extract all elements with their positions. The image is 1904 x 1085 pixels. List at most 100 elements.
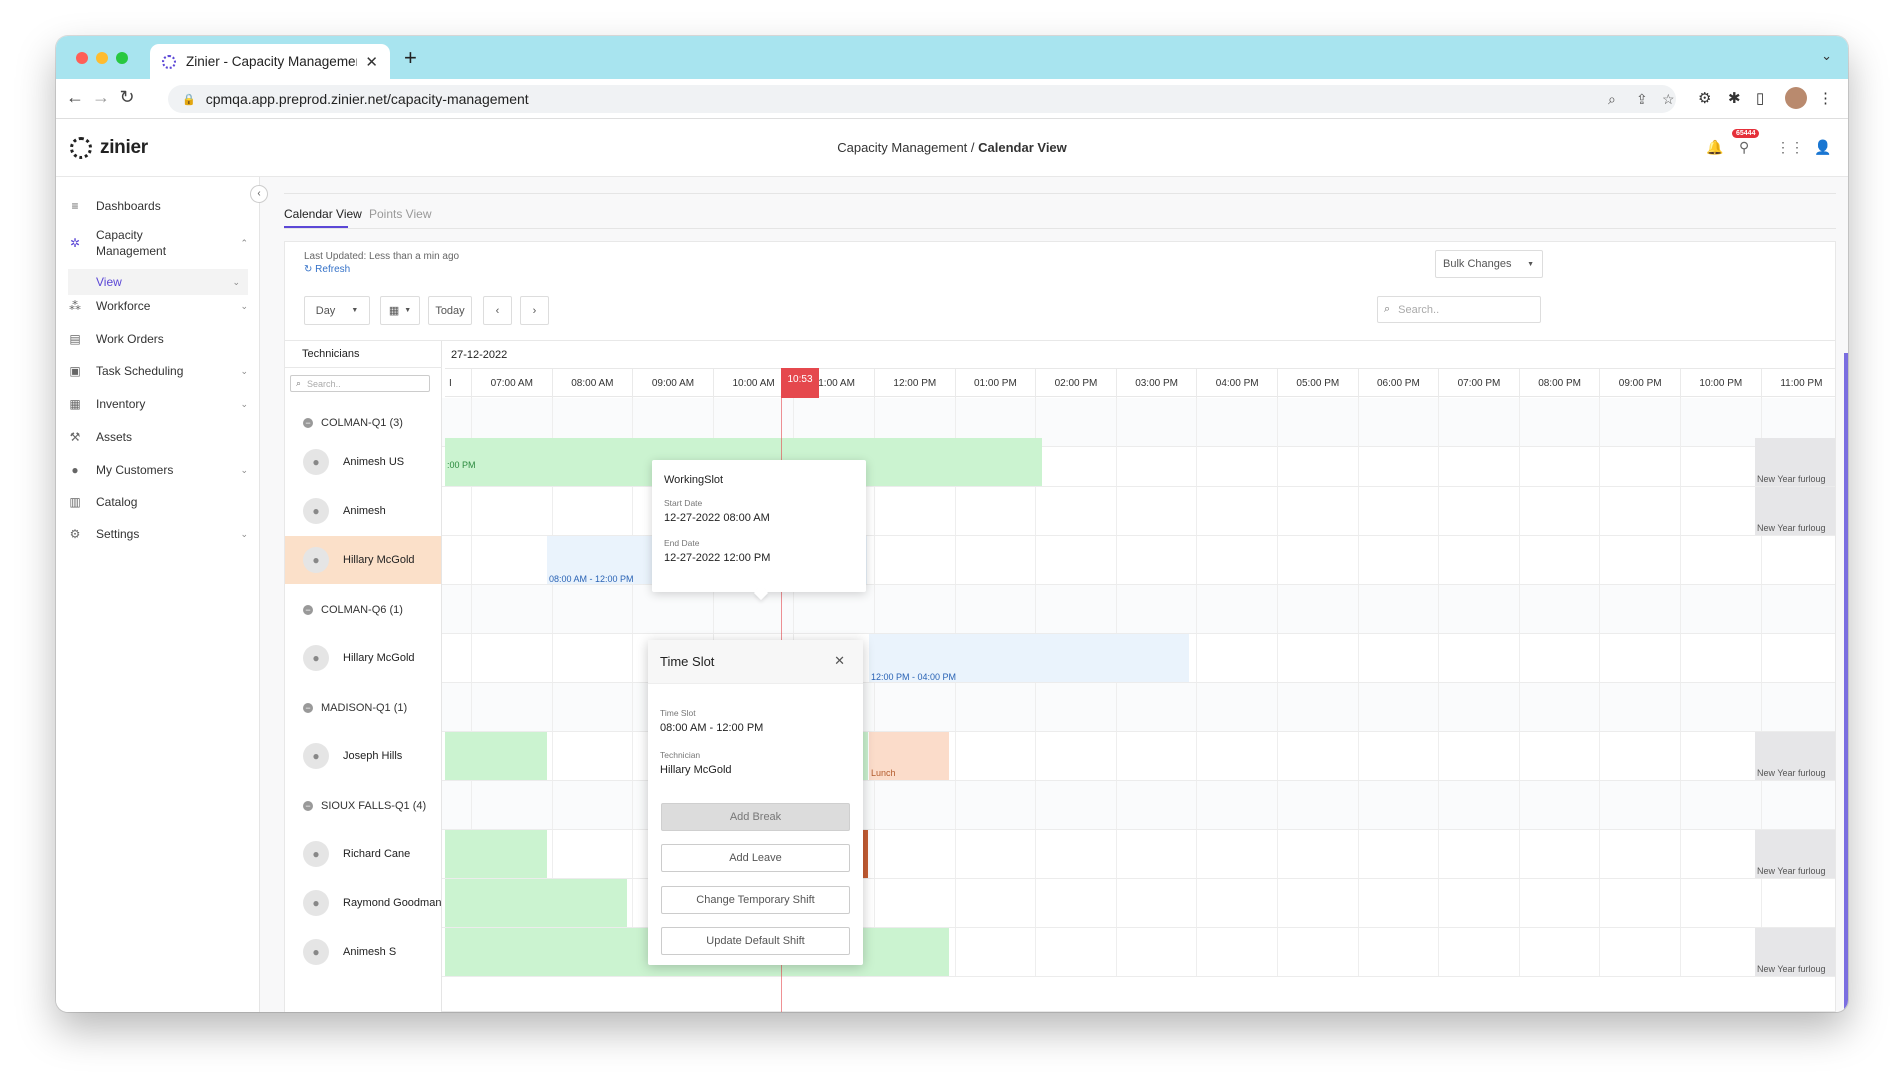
address-bar[interactable]: 🔒 cpmqa.app.preprod.zinier.net/capacity-… [168, 85, 1676, 113]
sidebar-item-task-scheduling[interactable]: ▣ Task Scheduling ⌄ [68, 364, 248, 378]
grid-line [1115, 830, 1117, 878]
leave-block[interactable]: New Year furloug [1755, 732, 1835, 780]
sidebar-item-dashboards[interactable]: ≡ Dashboards [68, 199, 248, 213]
close-icon[interactable]: ✕ [834, 653, 845, 669]
update-default-shift-button[interactable]: Update Default Shift [661, 927, 850, 955]
add-break-button[interactable]: Add Break [661, 803, 850, 831]
forward-arrow-icon[interactable]: → [90, 87, 112, 108]
technician-cell[interactable]: ● Hillary McGold [285, 536, 442, 584]
hour-label: 03:00 PM [1115, 369, 1197, 398]
sidebar-item-catalog[interactable]: ▥ Catalog [68, 495, 248, 509]
people-icon: ✲ [69, 236, 81, 250]
collapse-group-icon[interactable]: − [303, 417, 313, 428]
sidebar-item-workforce[interactable]: ⁂ Workforce ⌄ [68, 299, 248, 313]
reload-icon[interactable]: ↻ [116, 87, 138, 108]
current-time-marker: 10:53 [781, 368, 819, 398]
change-temporary-shift-button[interactable]: Change Temporary Shift [661, 886, 850, 914]
side-panel-icon[interactable]: ▯ [1756, 89, 1764, 107]
back-arrow-icon[interactable]: ← [64, 87, 86, 108]
time-slot-block[interactable]: 12:00 PM - 04:00 PM [869, 634, 1189, 682]
collapse-group-icon[interactable]: − [303, 604, 313, 615]
share-icon[interactable]: ⇪ [1636, 91, 1648, 108]
hour-label-partial: I [449, 378, 452, 389]
group-label[interactable]: − COLMAN-Q6 (1) [303, 585, 403, 634]
minimize-window-button[interactable] [96, 52, 108, 64]
leave-block[interactable]: New Year furloug [1755, 928, 1835, 976]
sidebar-item-capacity-management[interactable]: ✲ Capacity Management ⌃ [68, 227, 248, 259]
technician-cell[interactable]: ● Joseph Hills [285, 732, 442, 780]
chevron-down-icon: ⌄ [240, 365, 248, 376]
new-tab-icon[interactable]: + [404, 45, 417, 71]
time-slot-label: Time Slot [660, 708, 696, 718]
leave-block[interactable]: New Year furloug [1755, 438, 1835, 486]
working-slot-block[interactable] [445, 732, 547, 780]
bulk-changes-dropdown[interactable]: Bulk Changes ▼ [1435, 250, 1543, 278]
zoom-icon[interactable]: ⌕ [1608, 91, 1616, 108]
close-tab-icon[interactable]: ✕ [365, 53, 378, 71]
browser-menu-icon[interactable]: ⋮ [1818, 89, 1833, 107]
collapse-group-icon[interactable]: − [303, 702, 313, 713]
previous-day-button[interactable]: ‹ [483, 296, 512, 325]
technician-cell[interactable]: ● Raymond Goodman [285, 879, 442, 927]
grid-line [1438, 879, 1440, 927]
grid-line [1518, 879, 1520, 927]
view-mode-dropdown[interactable]: Day ▼ [304, 296, 370, 325]
add-leave-button[interactable]: Add Leave [661, 844, 850, 872]
break-block[interactable]: Lunch [869, 732, 949, 780]
refresh-label: Refresh [315, 264, 351, 275]
tab-points-view[interactable]: Points View [369, 207, 431, 221]
working-slot-block[interactable] [445, 830, 547, 878]
tab-search-chevron-icon[interactable]: ⌄ [1821, 48, 1832, 64]
technician-cell[interactable]: ● Hillary McGold [285, 634, 442, 682]
calendar-search-input[interactable]: ⌕ Search.. [1377, 296, 1541, 323]
sidebar-item-work-orders[interactable]: ▤ Work Orders [68, 332, 248, 346]
working-slot-block[interactable] [445, 879, 627, 927]
avatar: ● [303, 939, 329, 965]
technician-search-input[interactable]: ⌕ Search.. [290, 375, 430, 392]
technician-cell[interactable]: ● Animesh [285, 487, 442, 535]
sidebar-item-my-customers[interactable]: ● My Customers ⌄ [68, 463, 248, 477]
breadcrumb-parent[interactable]: Capacity Management / [837, 140, 974, 155]
technician-cell[interactable]: ● Richard Cane [285, 830, 442, 878]
grid-line [471, 634, 472, 682]
collapse-group-icon[interactable]: − [303, 800, 313, 811]
sidebar-item-settings[interactable]: ⚙ Settings ⌄ [68, 527, 248, 541]
date-picker-button[interactable]: ▦ ▼ [380, 296, 420, 325]
refresh-link[interactable]: ↻ Refresh [304, 264, 350, 275]
leave-block[interactable]: New Year furloug [1755, 487, 1835, 535]
sidebar-item-assets[interactable]: ⚒ Assets [68, 430, 248, 444]
extension-gear-icon[interactable]: ⚙ [1698, 89, 1711, 107]
sidebar-subitem-view[interactable]: View ⌄ [68, 269, 248, 295]
grid-line [954, 683, 956, 731]
bookmark-star-icon[interactable]: ☆ [1662, 91, 1675, 108]
apps-grid-icon[interactable]: ⋮⋮ [1776, 139, 1804, 156]
technician-row: ● Richard Cane New Year furloug [285, 830, 1835, 879]
grid-line [632, 830, 634, 878]
maximize-window-button[interactable] [116, 52, 128, 64]
technician-cell[interactable]: ● Animesh S [285, 928, 442, 976]
sidebar-item-inventory[interactable]: ▦ Inventory ⌄ [68, 397, 248, 411]
group-label[interactable]: − COLMAN-Q1 (3) [303, 398, 403, 447]
chevron-down-icon: ⌄ [232, 276, 240, 287]
next-day-button[interactable]: › [520, 296, 549, 325]
clipboard-icon: ▤ [69, 332, 81, 346]
today-button[interactable]: Today [428, 296, 472, 325]
browser-tab-active[interactable]: Zinier - Capacity Management ✕ [150, 44, 390, 79]
grid-line [1277, 732, 1278, 780]
group-label[interactable]: − MADISON-Q1 (1) [303, 683, 407, 732]
group-label[interactable]: − SIOUX FALLS-Q1 (4) [303, 781, 426, 830]
page-scrollbar[interactable] [1844, 353, 1848, 1012]
user-account-icon[interactable]: 👤 [1814, 139, 1831, 156]
extensions-puzzle-icon[interactable]: ✱ [1728, 89, 1741, 107]
leave-block[interactable]: New Year furloug [1755, 830, 1835, 878]
tab-calendar-view[interactable]: Calendar View [284, 207, 362, 221]
grid-line [1115, 928, 1117, 976]
close-window-button[interactable] [76, 52, 88, 64]
bell-icon[interactable]: 🔔 [1706, 139, 1723, 156]
grid-line [1277, 585, 1278, 633]
location-pin-icon[interactable]: ⚲ [1739, 139, 1749, 156]
collapse-sidebar-button[interactable]: ‹ [250, 185, 268, 203]
profile-avatar[interactable] [1785, 87, 1807, 109]
grid-line [1277, 438, 1278, 486]
gear-icon: ⚙ [69, 527, 81, 541]
